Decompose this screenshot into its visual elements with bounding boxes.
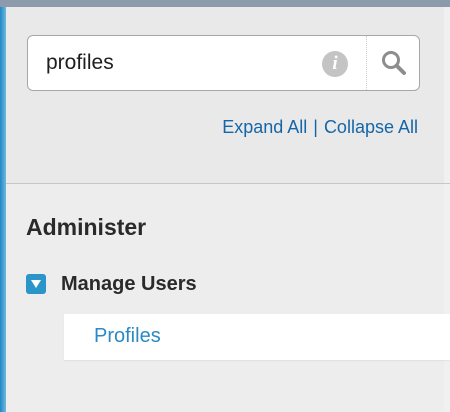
quick-find-panel <box>6 7 444 183</box>
search-button[interactable] <box>368 36 420 90</box>
section-title-administer: Administer <box>26 214 147 240</box>
quick-find-input[interactable] <box>46 44 316 82</box>
tree-group-manage-users[interactable]: Manage Users <box>26 270 197 298</box>
top-bar <box>0 0 450 7</box>
magnifier-icon <box>382 51 406 75</box>
tree-item-label[interactable]: Profiles <box>94 325 161 348</box>
expand-all-link[interactable]: Expand All <box>222 117 307 137</box>
search-divider <box>366 36 367 90</box>
expand-collapse-links: Expand All | Collapse All <box>222 117 418 138</box>
tree-group-label: Manage Users <box>61 272 197 295</box>
quick-find-box: i <box>27 35 420 91</box>
info-icon[interactable]: i <box>322 51 348 77</box>
link-separator: | <box>313 117 318 137</box>
tree-item-profiles[interactable]: Profiles <box>64 314 450 360</box>
collapse-triangle-icon[interactable] <box>26 274 46 294</box>
collapse-all-link[interactable]: Collapse All <box>324 117 418 137</box>
